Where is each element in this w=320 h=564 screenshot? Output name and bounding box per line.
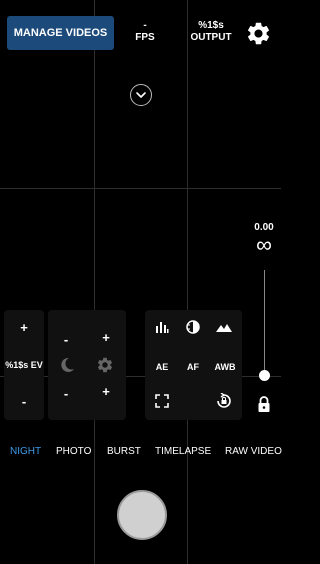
night-plus-button-2[interactable]: +: [96, 384, 116, 399]
ae-toggle[interactable]: AE: [147, 362, 177, 372]
exposure-slider-thumb[interactable]: [259, 370, 270, 381]
fps-value: -: [143, 20, 147, 31]
chevron-down-icon: [136, 92, 146, 98]
ev-label: %1$s EV: [5, 360, 43, 370]
ev-control-panel: + %1$s EV -: [4, 310, 44, 420]
output-indicator: %1$s OUTPUT: [188, 20, 234, 44]
mode-burst[interactable]: BURST: [107, 446, 141, 457]
awb-toggle[interactable]: AWB: [209, 362, 241, 372]
mode-photo[interactable]: PHOTO: [56, 446, 91, 457]
moon-icon[interactable]: [58, 356, 76, 374]
camera-settings-panel: AE AF AWB: [145, 310, 242, 420]
rotate-lock-icon[interactable]: [215, 393, 233, 409]
grid-line-vertical-2: [187, 0, 188, 564]
mode-timelapse[interactable]: TIMELAPSE: [155, 446, 211, 457]
expand-toggle-button[interactable]: [130, 84, 152, 106]
night-minus-button[interactable]: -: [56, 332, 76, 347]
af-toggle[interactable]: AF: [178, 362, 208, 372]
fps-indicator: - FPS: [132, 20, 158, 44]
grid-line-vertical-1: [94, 0, 95, 564]
night-minus-button-2[interactable]: -: [56, 386, 76, 401]
grid-line-horizontal-1: [0, 188, 281, 189]
fullscreen-icon[interactable]: [155, 394, 169, 408]
output-value: %1$s: [198, 20, 224, 31]
manage-videos-button[interactable]: MANAGE VIDEOS: [7, 16, 114, 50]
ev-minus-button[interactable]: -: [4, 394, 44, 409]
shutter-button[interactable]: [117, 490, 167, 540]
histogram-icon[interactable]: [155, 320, 169, 334]
infinity-icon[interactable]: ∞: [250, 233, 278, 257]
mode-raw-video[interactable]: RAW VIDEO: [225, 446, 282, 457]
hdr-icon[interactable]: [185, 319, 201, 335]
gear-icon[interactable]: [96, 356, 114, 374]
fps-label: FPS: [135, 32, 155, 43]
ev-plus-button[interactable]: +: [4, 320, 44, 335]
exposure-slider-track[interactable]: [264, 270, 265, 375]
mode-night[interactable]: NIGHT: [10, 446, 41, 457]
night-plus-button[interactable]: +: [96, 330, 116, 345]
night-mode-panel: - + - +: [48, 310, 126, 420]
landscape-icon[interactable]: [215, 320, 233, 334]
lock-icon[interactable]: [257, 395, 271, 413]
mode-selector: NIGHT PHOTO BURST TIMELAPSE RAW VIDEO: [0, 440, 282, 464]
output-label: OUTPUT: [190, 32, 232, 43]
gear-icon[interactable]: [245, 20, 272, 47]
